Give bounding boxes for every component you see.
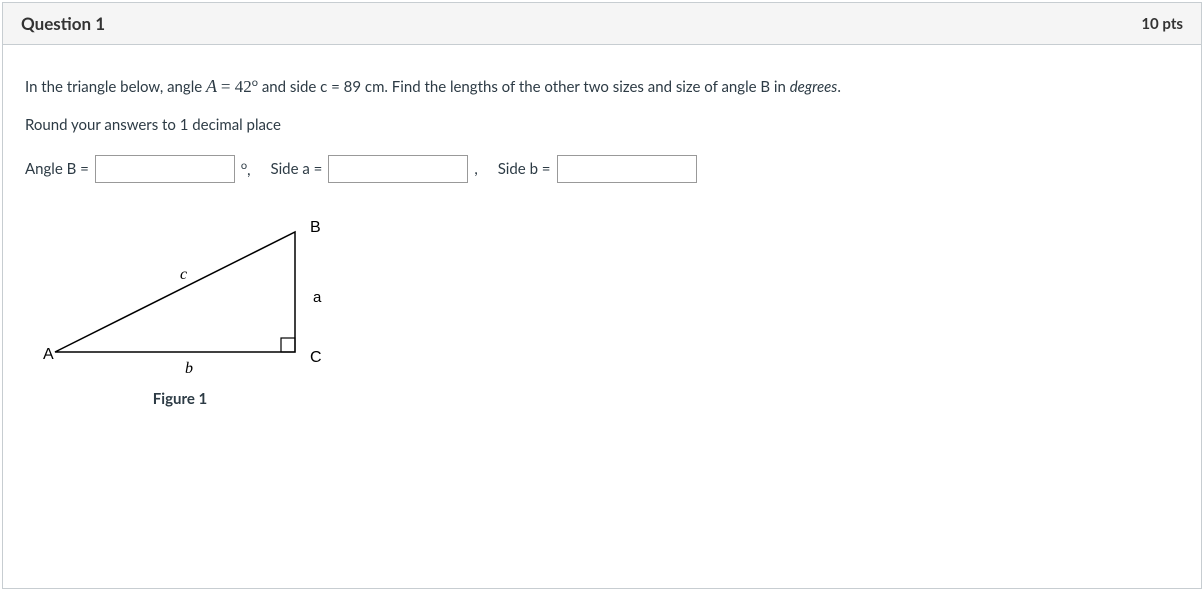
side-a-label: Side a = (271, 160, 323, 178)
figure-caption: Figure 1 (35, 390, 325, 408)
side-c-label-fig: c (180, 266, 187, 283)
triangle-figure: A B C a b c (35, 207, 335, 382)
prompt-intro: In the triangle below, angle (25, 78, 206, 96)
prompt-eq: = (221, 77, 235, 96)
question-card: Question 1 10 pts In the triangle below,… (2, 2, 1202, 589)
question-header: Question 1 10 pts (3, 3, 1201, 45)
degree-symbol: o (252, 76, 258, 89)
side-b-label-fig: b (185, 360, 193, 377)
vertex-C: C (310, 349, 322, 366)
prompt-var-a: A (206, 76, 217, 96)
angle-b-label: Angle B = (25, 160, 89, 178)
round-instruction: Round your answers to 1 decimal place (25, 114, 1179, 137)
comma-2: , (474, 160, 477, 178)
angle-b-input[interactable] (95, 155, 235, 183)
prompt-after-angle: and side c = 89 cm. Find the lengths of … (262, 78, 790, 96)
vertex-B: B (310, 219, 321, 236)
side-a-label-fig: a (313, 289, 322, 306)
side-b-input[interactable] (557, 155, 697, 183)
side-b-label: Side b = (498, 160, 551, 178)
question-body: In the triangle below, angle A = 42o and… (3, 45, 1201, 588)
answer-line: Angle B = o, Side a = , Side b = (25, 155, 1179, 183)
figure-area: A B C a b c Figure 1 (35, 207, 1179, 408)
question-points: 10 pts (1141, 15, 1183, 33)
prompt-text: In the triangle below, angle A = 42o and… (25, 73, 1179, 100)
vertex-A: A (43, 346, 54, 363)
side-a-input[interactable] (328, 155, 468, 183)
prompt-degrees-word: degrees (790, 78, 838, 96)
prompt-period: . (837, 78, 841, 96)
prompt-angle-value: 42 (235, 77, 252, 96)
deg-unit: o, (241, 159, 251, 179)
question-title: Question 1 (21, 13, 105, 34)
